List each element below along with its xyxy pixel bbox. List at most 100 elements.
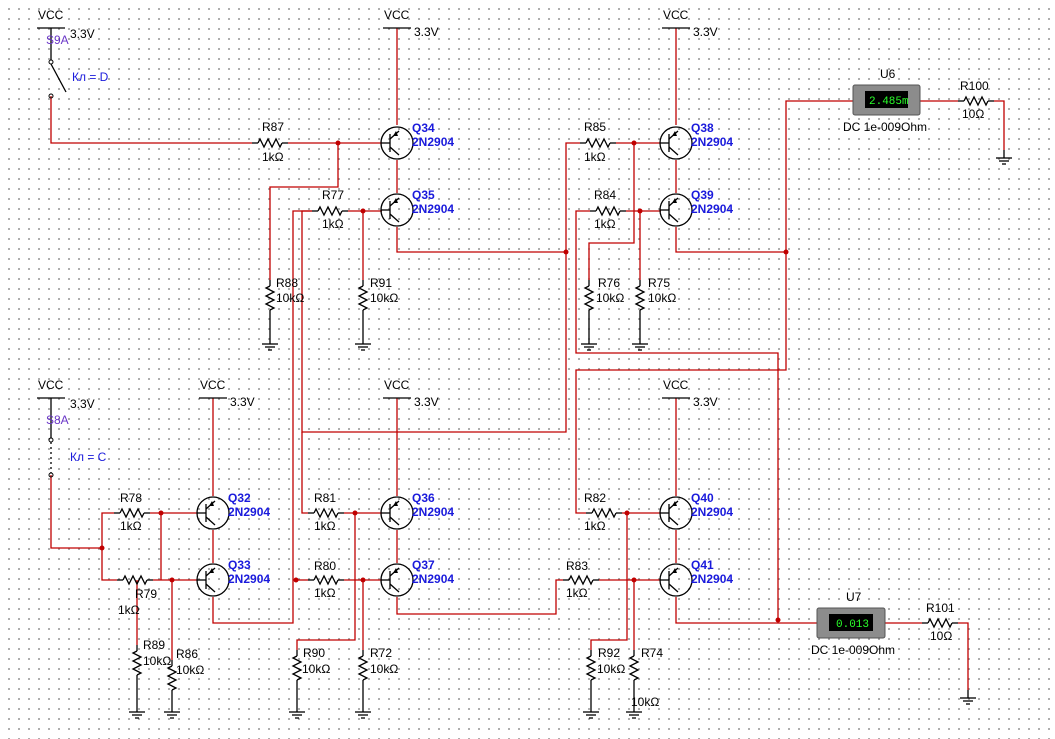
q34-model: 2N2904 — [412, 135, 454, 149]
vcc-label-7: VCC — [663, 378, 689, 392]
r87-name: R87 — [262, 120, 284, 134]
r74-value: 10kΩ — [631, 695, 659, 709]
resistor-r88 — [265, 279, 275, 317]
q37-name: Q37 — [412, 558, 435, 572]
r89-value: 10kΩ — [143, 654, 171, 668]
q32-model: 2N2904 — [228, 505, 270, 519]
r75-value: 10kΩ — [648, 291, 676, 305]
q38-name: Q38 — [691, 121, 714, 135]
resistor-r90 — [292, 649, 302, 687]
ground-icon — [631, 335, 649, 351]
r90-value: 10kΩ — [302, 662, 330, 676]
q41-name: Q41 — [691, 558, 714, 572]
meter-u7[interactable]: 0.013 U7 DC 1e-009Ohm — [811, 590, 895, 657]
vcc-label-4: VCC — [38, 378, 64, 392]
r77-name: R77 — [322, 188, 344, 202]
ground-icon — [582, 703, 600, 719]
vcc-label-3: VCC — [663, 8, 689, 22]
r88-name: R88 — [276, 276, 298, 290]
transistor-q40 — [659, 496, 693, 530]
r80-name: R80 — [314, 559, 336, 573]
r72-name: R72 — [370, 646, 392, 660]
r85-value: 1kΩ — [584, 150, 606, 164]
r81-value: 1kΩ — [314, 519, 336, 533]
transistor-q41 — [659, 563, 693, 597]
q36-name: Q36 — [412, 491, 435, 505]
transistor-q33 — [196, 563, 230, 597]
ground-icon — [959, 689, 977, 705]
q36-model: 2N2904 — [412, 505, 454, 519]
r101-value: 10Ω — [930, 629, 952, 643]
r83-name: R83 — [566, 559, 588, 573]
r80-value: 1kΩ — [314, 586, 336, 600]
resistor-r72 — [358, 649, 368, 687]
vcc-voltage-3: 3.3V — [693, 25, 718, 39]
r86-name: R86 — [176, 647, 198, 661]
meter-u7-reading: 0.013 — [836, 619, 869, 631]
meter-u6[interactable]: 2.485m U6 DC 1e-009Ohm — [843, 67, 927, 134]
schematic-canvas: VCC 3.3V VCC 3.3V VCC 3.3V VCC 3.3V VCC … — [0, 0, 1055, 739]
q41-model: 2N2904 — [691, 572, 733, 586]
vcc-voltage-4: 3.3V — [70, 397, 95, 411]
meter-u7-mode: DC 1e-009Ohm — [811, 643, 895, 657]
r92-value: 10kΩ — [597, 662, 625, 676]
transistors — [196, 126, 693, 597]
r78-name: R78 — [120, 491, 142, 505]
r82-value: 1kΩ — [584, 519, 606, 533]
resistor-r85 — [579, 138, 617, 148]
switch-s8a[interactable]: S8A Кл = C — [46, 410, 107, 478]
ground-icon — [354, 703, 372, 719]
meter-u6-mode: DC 1e-009Ohm — [843, 120, 927, 134]
resistor-r77 — [311, 206, 349, 216]
r100-name: R100 — [960, 79, 989, 93]
r101-name: R101 — [926, 601, 955, 615]
q33-name: Q33 — [228, 558, 251, 572]
q38-model: 2N2904 — [691, 135, 733, 149]
resistor-r80 — [307, 575, 345, 585]
resistor-r83 — [562, 575, 600, 585]
resistor-r79 — [116, 575, 154, 585]
r77-value: 1kΩ — [322, 217, 344, 231]
ground-icon — [288, 703, 306, 719]
vcc-label-1: VCC — [38, 8, 64, 22]
resistor-r91 — [358, 279, 368, 317]
resistor-r92 — [586, 649, 596, 687]
r90-name: R90 — [303, 646, 325, 660]
r76-value: 10kΩ — [596, 291, 624, 305]
switch-s8a-key: Кл = C — [70, 450, 107, 464]
r100-value: 10Ω — [962, 107, 984, 121]
switch-s9a-name: S9A — [46, 33, 69, 47]
transistor-q38 — [659, 126, 693, 160]
q35-name: Q35 — [412, 188, 435, 202]
ground-icon — [261, 335, 279, 351]
vcc-voltage-6: 3.3V — [414, 395, 439, 409]
r72-value: 10kΩ — [370, 662, 398, 676]
r84-name: R84 — [594, 188, 616, 202]
vcc-voltage-1: 3.3V — [70, 27, 95, 41]
r91-value: 10kΩ — [370, 291, 398, 305]
q39-name: Q39 — [691, 188, 714, 202]
r85-name: R85 — [584, 120, 606, 134]
switch-s9a-key: Кл = D — [72, 70, 109, 84]
r79-value: 1kΩ — [118, 603, 140, 617]
r76-name: R76 — [598, 276, 620, 290]
vcc-label-6: VCC — [384, 378, 410, 392]
transistor-q32 — [196, 496, 230, 530]
resistor-r76 — [584, 279, 594, 317]
r92-name: R92 — [598, 646, 620, 660]
switch-s8a-name: S8A — [46, 413, 69, 427]
r83-value: 1kΩ — [566, 586, 588, 600]
r89-name: R89 — [143, 638, 165, 652]
r79-name: R79 — [135, 587, 157, 601]
ground-icon — [128, 703, 146, 719]
resistor-r87 — [251, 138, 289, 148]
q33-model: 2N2904 — [228, 572, 270, 586]
meter-u6-name: U6 — [880, 67, 896, 81]
meter-u7-name: U7 — [846, 590, 862, 604]
switch-s9a[interactable]: S9A Кл = D — [46, 33, 109, 99]
vcc-label-2: VCC — [384, 8, 410, 22]
resistor-r78 — [113, 508, 151, 518]
r75-name: R75 — [648, 276, 670, 290]
r82-name: R82 — [584, 491, 606, 505]
q37-model: 2N2904 — [412, 572, 454, 586]
